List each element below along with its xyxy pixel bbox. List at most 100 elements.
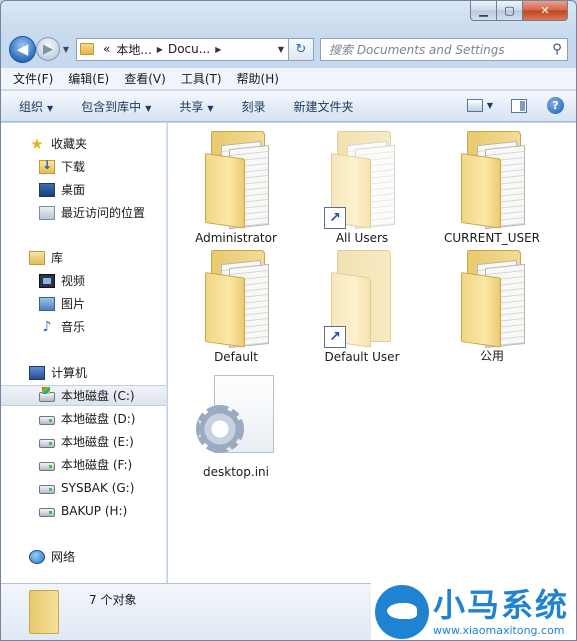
caption-buttons: ▁ ▢ ✕ [470, 1, 568, 21]
menu-file[interactable]: 文件(F) [13, 70, 53, 87]
nav-item-music[interactable]: ♪ 音乐 [1, 316, 166, 337]
drive-icon [39, 461, 55, 471]
horse-logo-icon [375, 584, 429, 639]
file-label: CURRENT_USER [443, 231, 541, 245]
menu-tools[interactable]: 工具(T) [181, 70, 222, 87]
nav-network[interactable]: 网络 [1, 546, 166, 567]
menu-view[interactable]: 查看(V) [124, 70, 166, 87]
nav-item-label: 音乐 [61, 320, 86, 334]
file-label: Default [214, 350, 258, 364]
file-item-desktop-ini[interactable]: desktop.ini [174, 369, 298, 489]
forward-arrow-icon: ▶ [43, 41, 53, 57]
address-overflow[interactable]: « [103, 42, 110, 56]
computer-icon [29, 365, 45, 380]
drive-icon [39, 484, 55, 494]
address-row: ◀ ▶ ▼ « 本地... ▶ Docu... ▶ ▼ ↻ 搜索 Documen… [9, 34, 568, 64]
navigation-pane: ★ 收藏夹 下载 桌面 最近访问的位置 库 视频 图片 ♪ 音乐 [1, 123, 167, 583]
menu-edit[interactable]: 编辑(E) [68, 70, 109, 87]
search-input[interactable]: 搜索 Documents and Settings ⚲ [320, 37, 568, 61]
nav-item-label: 最近访问的位置 [61, 206, 146, 220]
file-item-administrator[interactable]: Administrator [174, 125, 298, 245]
change-view-icon[interactable] [466, 99, 483, 112]
nav-computer-label: 计算机 [51, 366, 88, 380]
drive-icon [39, 438, 55, 448]
nav-item-drive-h[interactable]: BAKUP (H:) [1, 500, 166, 521]
file-label: Default User [324, 350, 400, 364]
nav-item-desktop[interactable]: 桌面 [1, 179, 166, 200]
file-item-all-users[interactable]: ↗ All Users [300, 125, 424, 245]
libraries-icon [29, 250, 45, 265]
nav-item-recent-places[interactable]: 最近访问的位置 [1, 202, 166, 223]
folder-icon [461, 131, 525, 230]
chevron-down-icon[interactable]: ▼ [278, 45, 284, 54]
view-options-dropdown[interactable]: ▼ [487, 101, 493, 110]
nav-item-drive-c[interactable]: 本地磁盘 (C:) [1, 385, 166, 406]
burn-button[interactable]: 刻录 [242, 98, 266, 115]
menu-bar: 文件(F) 编辑(E) 查看(V) 工具(T) 帮助(H) [1, 68, 576, 90]
back-button[interactable]: ◀ [9, 35, 36, 63]
view-controls: ▼ ? [466, 97, 564, 114]
nav-item-drive-d[interactable]: 本地磁盘 (D:) [1, 408, 166, 429]
explorer-window: ▁ ▢ ✕ ◀ ▶ ▼ « 本地... ▶ Docu... ▶ ▼ ↻ 搜索 D… [0, 0, 577, 641]
file-item-public[interactable]: 公用 [430, 244, 554, 364]
search-placeholder: 搜索 Documents and Settings [329, 42, 505, 57]
nav-item-drive-g[interactable]: SYSBAK (G:) [1, 477, 166, 498]
drive-icon [39, 415, 55, 425]
forward-button[interactable]: ▶ [36, 37, 60, 61]
nav-item-label: 下载 [61, 160, 86, 174]
file-label: All Users [335, 231, 389, 245]
address-segment-documents[interactable]: Docu... [168, 42, 210, 56]
recent-pages-dropdown[interactable]: ▼ [60, 45, 72, 54]
address-bar[interactable]: « 本地... ▶ Docu... ▶ ▼ [76, 37, 289, 61]
nav-favorites[interactable]: ★ 收藏夹 [1, 133, 166, 154]
file-item-default-user[interactable]: ↗ Default User [300, 244, 424, 364]
close-button[interactable]: ✕ [523, 1, 568, 21]
folder-icon [80, 43, 94, 55]
nav-item-label: SYSBAK (G:) [61, 480, 135, 495]
music-icon: ♪ [42, 318, 52, 335]
minimize-button[interactable]: ▁ [470, 1, 497, 21]
nav-item-label: 图片 [61, 297, 86, 311]
folder-icon [29, 590, 59, 634]
new-folder-button[interactable]: 新建文件夹 [294, 98, 354, 115]
include-in-library-button[interactable]: 包含到库中 ▼ [81, 98, 151, 115]
downloads-folder-icon [39, 158, 55, 174]
nav-item-label: 桌面 [61, 183, 86, 197]
include-in-library-label: 包含到库中 [81, 99, 142, 114]
nav-item-label: 本地磁盘 (E:) [61, 435, 134, 449]
nav-item-label: 本地磁盘 (D:) [61, 412, 136, 426]
preview-pane-icon[interactable] [511, 98, 527, 113]
videos-icon [39, 273, 55, 288]
search-icon[interactable]: ⚲ [547, 42, 567, 57]
file-item-current-user[interactable]: CURRENT_USER [430, 125, 554, 245]
share-button[interactable]: 共享 ▼ [179, 98, 213, 115]
nav-computer[interactable]: 计算机 [1, 362, 166, 383]
address-segment-local-disk[interactable]: 本地... [116, 41, 151, 58]
nav-item-label: BAKUP (H:) [61, 503, 128, 518]
maximize-button[interactable]: ▢ [497, 1, 523, 21]
chevron-right-icon[interactable]: ▶ [157, 45, 163, 54]
settings-file-icon [196, 375, 276, 459]
nav-item-drive-e[interactable]: 本地磁盘 (E:) [1, 431, 166, 452]
nav-item-pictures[interactable]: 图片 [1, 293, 166, 314]
refresh-button[interactable]: ↻ [289, 37, 314, 61]
organize-button[interactable]: 组织 ▼ [19, 98, 53, 115]
nav-item-videos[interactable]: 视频 [1, 270, 166, 291]
nav-libraries-label: 库 [51, 251, 64, 265]
nav-item-label: 本地磁盘 (F:) [61, 458, 133, 472]
folder-icon [205, 131, 269, 230]
nav-item-label: 视频 [61, 274, 86, 288]
chevron-right-icon[interactable]: ▶ [215, 45, 221, 54]
chevron-down-icon: ▼ [47, 103, 54, 113]
desktop-icon [39, 182, 55, 197]
system-drive-icon [39, 386, 55, 402]
file-list: Administrator ↗ All Users CURRENT_USER D… [168, 123, 576, 583]
network-icon [29, 549, 45, 564]
nav-libraries[interactable]: 库 [1, 247, 166, 268]
command-bar: 组织 ▼ 包含到库中 ▼ 共享 ▼ 刻录 新建文件夹 ▼ ? [1, 91, 576, 122]
help-icon[interactable]: ? [547, 97, 564, 114]
nav-item-drive-f[interactable]: 本地磁盘 (F:) [1, 454, 166, 475]
menu-help[interactable]: 帮助(H) [237, 70, 279, 87]
file-item-default[interactable]: Default [174, 244, 298, 364]
nav-item-downloads[interactable]: 下载 [1, 156, 166, 177]
